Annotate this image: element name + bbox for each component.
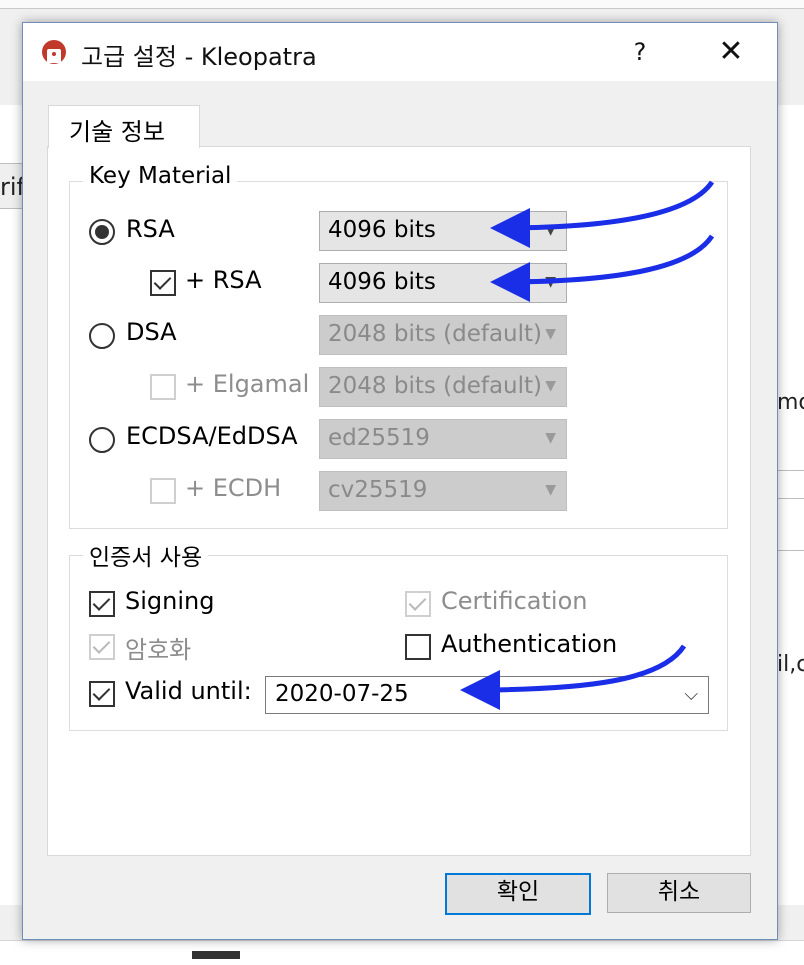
tab-technical-details[interactable]: 기술 정보 [48,105,200,148]
chevron-down-icon: ▼ [545,326,556,342]
ecdsa-curve-value: ed25519 [328,425,430,451]
background-divider [777,550,804,551]
valid-until-checkbox[interactable] [89,681,115,707]
background-text-fragment: il,c [777,652,804,677]
authentication-label: Authentication [441,630,618,658]
valid-until-date-value: 2020-07-25 [275,681,409,707]
background-divider [777,498,804,499]
cancel-button[interactable]: 취소 [607,873,751,913]
rsa-bits-select[interactable]: 4096 bits ▼ [319,211,567,251]
rsa-bits-value: 4096 bits [328,217,436,243]
rsa-subkey-bits-value: 4096 bits [328,269,436,295]
ecdsa-curve-select[interactable]: ed25519 ▼ [319,419,567,459]
title-bar[interactable]: 고급 설정 - Kleopatra ? ✕ [23,23,777,81]
valid-until-label: Valid until: [125,677,252,705]
chevron-down-icon: ⌵ [684,684,698,705]
rsa-subkey-checkbox[interactable] [150,270,176,296]
certificate-usage-title: 인증서 사용 [83,538,209,572]
rsa-subkey-bits-select[interactable]: 4096 bits ▼ [319,263,567,303]
chevron-down-icon: ▼ [545,378,556,394]
signing-label: Signing [125,587,215,615]
help-button[interactable]: ? [619,35,661,69]
encryption-label: 암호화 [125,636,192,664]
valid-until-date-picker[interactable]: 2020-07-25 ⌵ [265,676,709,714]
elgamal-bits-value: 2048 bits (default) [328,373,543,399]
dsa-label: DSA [126,318,177,346]
ecdh-checkbox[interactable] [150,478,176,504]
background-taskbar [0,940,804,965]
chevron-down-icon: ▼ [545,482,556,498]
rsa-subkey-label: + RSA [185,266,262,294]
encryption-checkbox[interactable] [89,634,115,660]
chevron-down-icon: ▼ [545,222,556,238]
ecdh-curve-select[interactable]: cv25519 ▼ [319,471,567,511]
authentication-checkbox[interactable] [405,634,431,660]
ecdh-label: + ECDH [185,474,282,502]
ecdsa-radio[interactable] [89,427,115,453]
background-divider [777,470,804,471]
advanced-settings-dialog: 고급 설정 - Kleopatra ? ✕ 기술 정보 Key Material… [22,22,778,940]
key-material-title: Key Material [83,163,238,189]
rsa-label: RSA [126,215,175,243]
ok-button[interactable]: 확인 [445,873,591,915]
chevron-down-icon: ▼ [545,274,556,290]
kleopatra-app-icon [42,40,66,64]
elgamal-label: + Elgamal [185,370,310,398]
background-text-fragment: mo [777,390,804,415]
chevron-down-icon: ▼ [545,430,556,446]
background-taskbar-item [192,951,240,959]
signing-checkbox[interactable] [89,591,115,617]
ecdsa-label: ECDSA/EdDSA [126,422,298,450]
ecdh-curve-value: cv25519 [328,477,428,503]
window-title: 고급 설정 - Kleopatra [81,43,317,71]
background-window-top [0,0,804,9]
dsa-radio[interactable] [89,323,115,349]
certification-label: Certification [441,587,588,615]
rsa-radio[interactable] [89,219,115,245]
elgamal-bits-select[interactable]: 2048 bits (default) ▼ [319,367,567,407]
tab-panel: Key Material RSA 4096 bits ▼ + RSA 4096 … [47,146,751,856]
close-button[interactable]: ✕ [708,31,754,73]
certification-checkbox[interactable] [405,591,431,617]
tab-label: 기술 정보 [69,118,165,146]
background-window-right: mo il,c [777,105,804,905]
elgamal-checkbox[interactable] [150,374,176,400]
dsa-bits-select[interactable]: 2048 bits (default) ▼ [319,315,567,355]
dsa-bits-value: 2048 bits (default) [328,321,543,347]
